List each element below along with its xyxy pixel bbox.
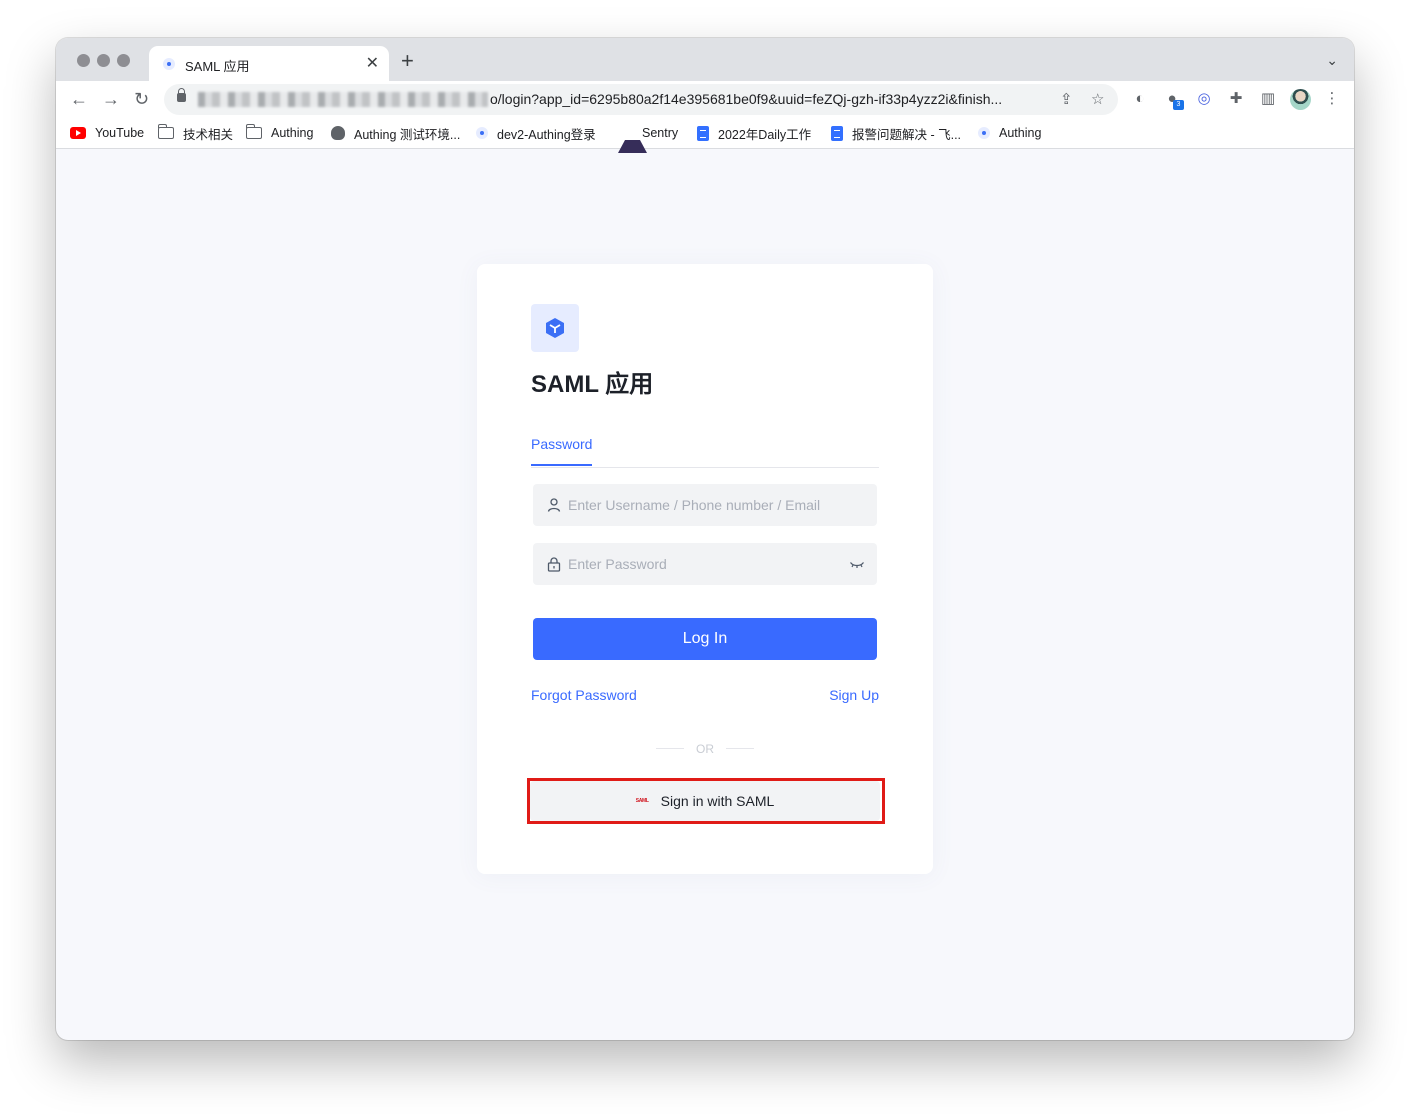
authing-icon: [476, 127, 488, 139]
doc-icon: [831, 125, 843, 141]
folder-icon: [245, 124, 262, 139]
doc-icon: [697, 125, 709, 141]
lock-icon: [547, 557, 561, 572]
browser-toolbar: ← → ↻ o/login?app_id=6295b80a2f14e395681…: [56, 81, 1354, 118]
divider-right: [726, 748, 754, 749]
bookmark-folder-tech[interactable]: 技术相关: [157, 124, 233, 142]
bookmark-youtube[interactable]: YouTube: [70, 124, 144, 142]
login-button[interactable]: Log In: [533, 618, 877, 660]
bookmark-dev2-authing[interactable]: dev2-Authing登录: [476, 124, 596, 142]
blurred-hostname: [198, 92, 488, 107]
bookmark-star-icon[interactable]: ☆: [1091, 90, 1104, 108]
page-title: SAML 应用: [531, 371, 654, 398]
share-icon[interactable]: ⇪: [1060, 90, 1073, 108]
bookmark-sentry[interactable]: Sentry: [618, 124, 678, 153]
maximize-window-button[interactable]: [117, 54, 130, 67]
saml-button-content: SAML Sign in with SAML: [530, 781, 880, 821]
more-menu-icon[interactable]: ⋮: [1322, 89, 1342, 109]
or-divider-text: OR: [696, 742, 714, 756]
browser-tab-active[interactable]: SAML 应用 ✕: [149, 46, 389, 81]
sentry-icon: [618, 127, 647, 153]
bookmark-authing-test[interactable]: Authing 测试环境...: [331, 124, 460, 142]
translate-extension-icon[interactable]: ◐: [1130, 89, 1150, 109]
bookmark-alarm-issues[interactable]: 报警问题解决 - 飞...: [831, 124, 961, 142]
app-logo: [531, 304, 579, 352]
lock-icon: [177, 88, 186, 102]
saml-button-label: Sign in with SAML: [660, 793, 775, 809]
new-tab-button[interactable]: +: [401, 50, 414, 72]
url-text: o/login?app_id=6295b80a2f14e395681be0f9&…: [490, 91, 1003, 107]
reload-icon[interactable]: ↻: [134, 89, 149, 109]
extension-badge: 3: [1173, 100, 1184, 110]
authing-favicon-icon: [163, 58, 175, 70]
tab-password[interactable]: Password: [531, 436, 593, 466]
at-extension-icon[interactable]: ◎: [1194, 89, 1214, 109]
eye-closed-icon[interactable]: [849, 556, 865, 572]
folder-icon: [157, 124, 174, 139]
forgot-password-link[interactable]: Forgot Password: [531, 687, 637, 703]
username-input[interactable]: [568, 484, 838, 526]
bookmarks-bar: YouTube 技术相关 Authing Authing 测试环境... dev…: [56, 118, 1354, 153]
tab-close-icon[interactable]: ✕: [366, 53, 379, 73]
address-bar[interactable]: o/login?app_id=6295b80a2f14e395681be0f9&…: [164, 84, 1118, 115]
username-field[interactable]: [533, 484, 877, 526]
saml-logo-icon: SAML: [635, 798, 649, 804]
github-extension-icon[interactable]: ● 3: [1162, 89, 1184, 110]
tab-title: SAML 应用: [185, 59, 250, 74]
password-input[interactable]: [568, 543, 838, 585]
sign-up-link[interactable]: Sign Up: [829, 687, 879, 703]
login-method-tabs: Password: [531, 428, 879, 468]
forward-arrow-icon[interactable]: →: [102, 89, 120, 109]
divider-left: [656, 748, 684, 749]
bookmark-authing[interactable]: Authing: [978, 124, 1041, 142]
authing-icon: [978, 127, 990, 139]
password-field[interactable]: [533, 543, 877, 585]
extensions-puzzle-icon[interactable]: ✚: [1226, 89, 1246, 109]
tab-search-chevron-icon[interactable]: ⌄: [1326, 52, 1338, 69]
bookmark-folder-authing[interactable]: Authing: [245, 124, 313, 142]
minimize-window-button[interactable]: [97, 54, 110, 67]
tab-strip: SAML 应用 ✕ + ⌄: [56, 38, 1354, 81]
browser-window: SAML 应用 ✕ + ⌄ ← → ↻ o/login?app_id=6295b…: [56, 38, 1354, 1040]
profile-avatar[interactable]: [1290, 89, 1311, 110]
back-arrow-icon[interactable]: ←: [70, 89, 88, 109]
saml-login-button[interactable]: SAML Sign in with SAML: [530, 781, 880, 821]
user-icon: [547, 498, 561, 512]
cube-logo-icon: [546, 318, 564, 338]
robot-icon: [331, 126, 345, 140]
login-card: SAML 应用 Password Lo: [477, 264, 933, 874]
bookmark-daily-work[interactable]: 2022年Daily工作: [697, 124, 811, 142]
close-window-button[interactable]: [77, 54, 90, 67]
youtube-icon: [70, 127, 86, 139]
side-panel-icon[interactable]: ▥: [1258, 89, 1278, 109]
